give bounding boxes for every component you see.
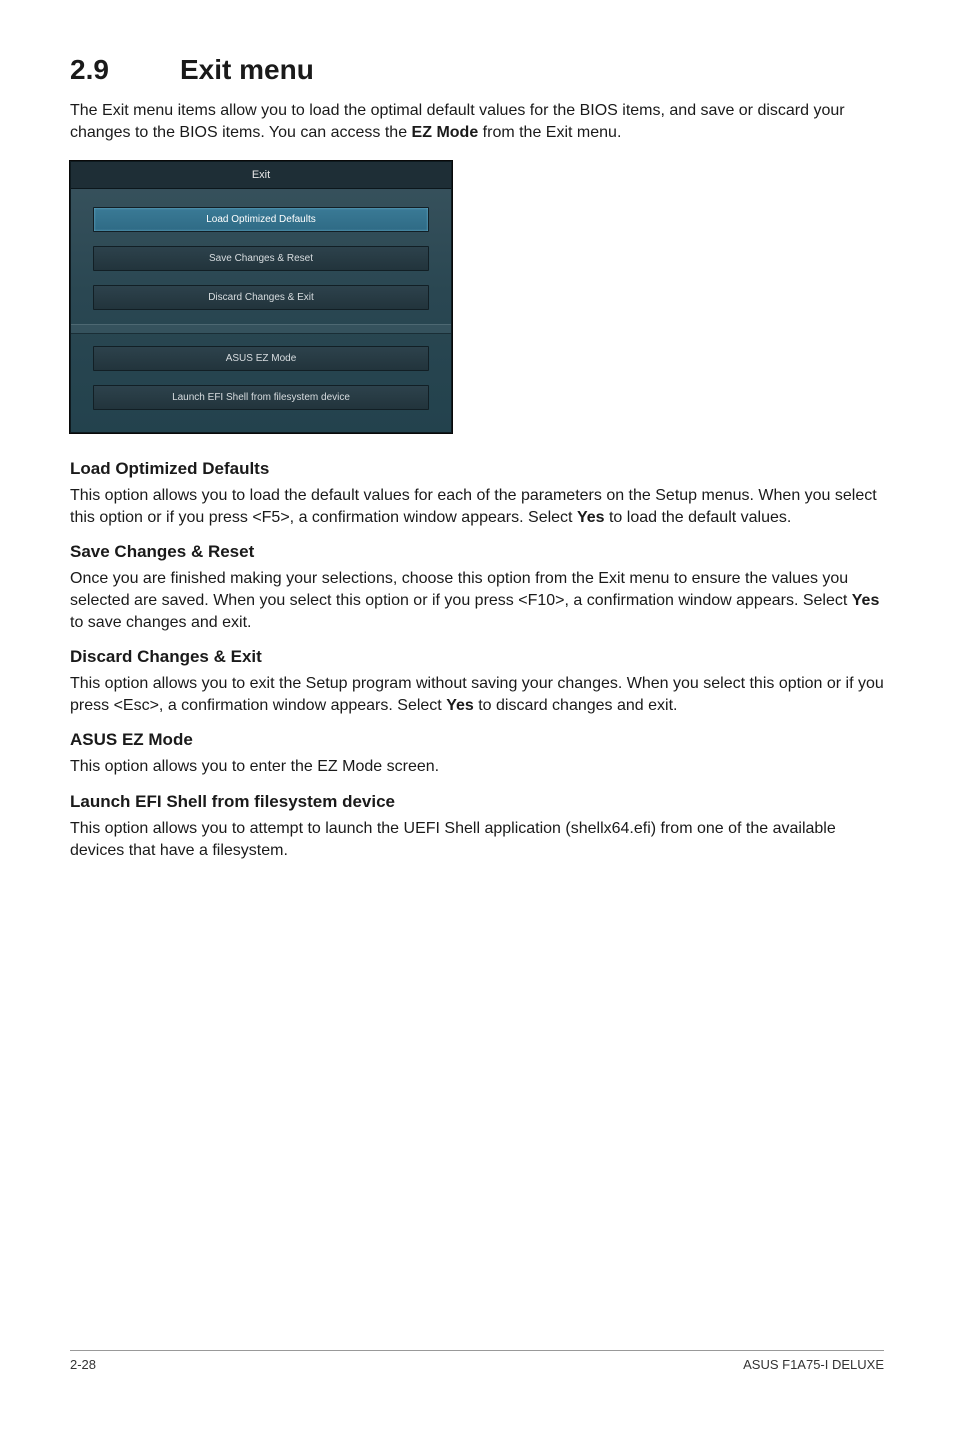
efi-heading: Launch EFI Shell from filesystem device (70, 792, 884, 812)
section-name: Exit menu (180, 54, 314, 85)
intro-bold: EZ Mode (412, 124, 479, 141)
exit-dialog: Exit Load Optimized Defaults Save Change… (70, 161, 452, 433)
intro-post: from the Exit menu. (478, 124, 621, 141)
intro-paragraph: The Exit menu items allow you to load th… (70, 100, 884, 143)
load-defaults-bold: Yes (577, 509, 605, 526)
launch-efi-shell-button[interactable]: Launch EFI Shell from filesystem device (93, 385, 429, 410)
save-reset-post: to save changes and exit. (70, 614, 251, 631)
dialog-divider (71, 324, 451, 334)
save-reset-heading: Save Changes & Reset (70, 542, 884, 562)
load-defaults-post: to load the default values. (605, 509, 792, 526)
load-defaults-text: This option allows you to load the defau… (70, 485, 884, 528)
save-reset-bold: Yes (852, 592, 880, 609)
save-reset-text: Once you are finished making your select… (70, 568, 884, 633)
discard-text: This option allows you to exit the Setup… (70, 673, 884, 716)
footer-page-number: 2-28 (70, 1357, 96, 1372)
load-defaults-heading: Load Optimized Defaults (70, 459, 884, 479)
discard-post: to discard changes and exit. (474, 697, 678, 714)
save-changes-reset-button[interactable]: Save Changes & Reset (93, 246, 429, 271)
asus-ez-mode-button[interactable]: ASUS EZ Mode (93, 346, 429, 371)
page: 2.9Exit menu The Exit menu items allow y… (0, 0, 954, 1400)
discard-bold: Yes (446, 697, 474, 714)
ezmode-heading: ASUS EZ Mode (70, 730, 884, 750)
page-footer: 2-28 ASUS F1A75-I DELUXE (70, 1350, 884, 1372)
section-number: 2.9 (70, 54, 180, 86)
exit-dialog-title: Exit (71, 162, 451, 189)
ezmode-text: This option allows you to enter the EZ M… (70, 756, 884, 778)
discard-heading: Discard Changes & Exit (70, 647, 884, 667)
footer-product-name: ASUS F1A75-I DELUXE (743, 1357, 884, 1372)
exit-dialog-body: Load Optimized Defaults Save Changes & R… (71, 189, 451, 432)
section-title: 2.9Exit menu (70, 54, 884, 86)
load-optimized-defaults-button[interactable]: Load Optimized Defaults (93, 207, 429, 232)
discard-changes-exit-button[interactable]: Discard Changes & Exit (93, 285, 429, 310)
save-reset-pre: Once you are finished making your select… (70, 570, 852, 609)
efi-text: This option allows you to attempt to lau… (70, 818, 884, 861)
